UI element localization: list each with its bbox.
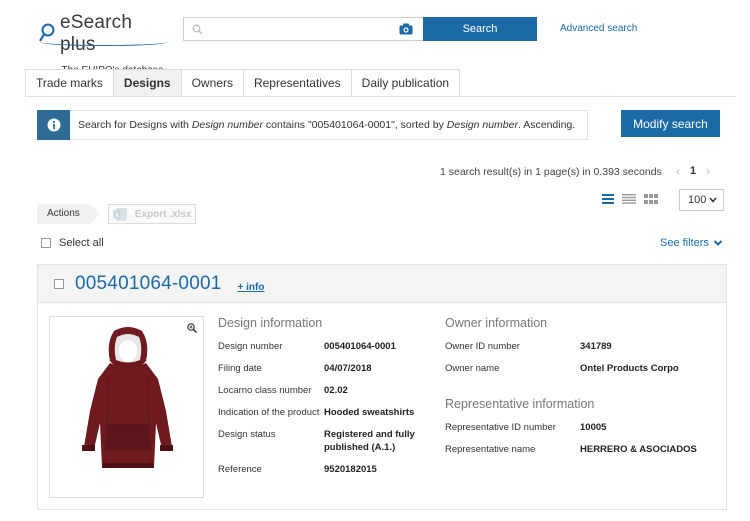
logo-swoosh: [40, 38, 168, 46]
current-page[interactable]: 1: [690, 165, 696, 177]
view-switcher: [602, 194, 658, 204]
owner-information-section: Owner information Owner ID number 341789 …: [445, 316, 715, 384]
results-per-page-select[interactable]: 100: [679, 189, 724, 211]
actions-bar: Actions X Export .xlsx: [37, 204, 196, 224]
export-label: Export .xlsx: [134, 208, 192, 220]
next-page-icon[interactable]: ›: [706, 164, 710, 178]
design-number-link[interactable]: 005401064-0001: [75, 273, 222, 295]
owner-information-heading: Owner information: [445, 316, 548, 330]
hooded-sweatshirt-image: [82, 327, 173, 468]
tab-designs[interactable]: Designs: [112, 69, 182, 96]
tab-daily-publication[interactable]: Daily publication: [350, 69, 461, 96]
result-card: 005401064-0001 + info Design information…: [37, 264, 727, 510]
tab-bar: Trade marks Designs Owners Representativ…: [25, 69, 461, 96]
filing-date-field: Filing date 04/07/2018: [218, 363, 372, 374]
modify-search-button[interactable]: Modify search: [621, 110, 720, 137]
compact-list-view-icon[interactable]: [622, 194, 636, 204]
see-filters-toggle[interactable]: See filters: [660, 237, 723, 249]
owner-id-field: Owner ID number 341789: [445, 341, 612, 352]
tabs-divider: [25, 96, 736, 97]
tab-owners[interactable]: Owners: [180, 69, 244, 96]
search-button[interactable]: Search: [423, 17, 537, 41]
search-criteria-bar: Search for Designs with Design number co…: [37, 109, 588, 140]
tab-trade-marks[interactable]: Trade marks: [25, 69, 114, 96]
select-all-checkbox[interactable]: [41, 238, 51, 248]
design-number-field: Design number 005401064-0001: [218, 341, 396, 352]
search-box: [183, 17, 423, 41]
list-view-icon[interactable]: [602, 194, 614, 204]
actions-label: Actions: [37, 204, 100, 224]
pagination: ‹ 1 ›: [676, 164, 710, 178]
owner-name-field: Owner name Ontel Products Corpo: [445, 363, 679, 374]
per-page-value: 100: [688, 194, 707, 206]
info-icon: [37, 109, 70, 140]
representative-id-field: Representative ID number 10005: [445, 422, 607, 433]
reference-field: Reference 9520182015: [218, 464, 377, 475]
grid-view-icon[interactable]: [644, 194, 658, 204]
more-info-link[interactable]: + info: [238, 282, 265, 293]
search-icon: [192, 24, 203, 34]
export-xlsx-button[interactable]: X Export .xlsx: [107, 204, 196, 224]
select-all[interactable]: Select all: [41, 237, 104, 249]
representative-information-section: Representative information Representativ…: [445, 397, 720, 465]
advanced-search-link[interactable]: Advanced search: [560, 23, 637, 34]
select-all-label: Select all: [59, 237, 104, 249]
representative-information-heading: Representative information: [445, 397, 595, 411]
design-image[interactable]: [49, 316, 204, 498]
svg-text:X: X: [115, 213, 119, 219]
logo-title: eSearch plus: [59, 12, 133, 55]
search-input[interactable]: [208, 20, 423, 38]
result-card-header: 005401064-0001 + info: [38, 265, 726, 303]
representative-name-field: Representative name HERRERO & ASOCIADOS: [445, 444, 697, 455]
see-filters-label: See filters: [660, 237, 709, 249]
result-checkbox[interactable]: [54, 278, 64, 289]
excel-icon: X: [113, 208, 127, 220]
search-criteria-text: Search for Designs with Design number co…: [78, 119, 576, 131]
locarno-class-field: Locarno class number 02.02: [218, 385, 348, 396]
design-status-field: Design status Registered and fully publis…: [218, 429, 415, 453]
prev-page-icon[interactable]: ‹: [676, 164, 680, 178]
results-summary: 1 search result(s) in 1 page(s) in 0.393…: [440, 166, 662, 178]
product-indication-field: Indication of the product Hooded sweatshi…: [218, 407, 415, 418]
chevron-down-icon: [709, 197, 717, 203]
tab-representatives[interactable]: Representatives: [242, 69, 352, 96]
design-information-section: Design information Design number 00540106…: [218, 316, 438, 485]
design-information-heading: Design information: [218, 316, 323, 330]
camera-icon[interactable]: [399, 23, 413, 35]
chevron-down-icon: [713, 240, 723, 246]
